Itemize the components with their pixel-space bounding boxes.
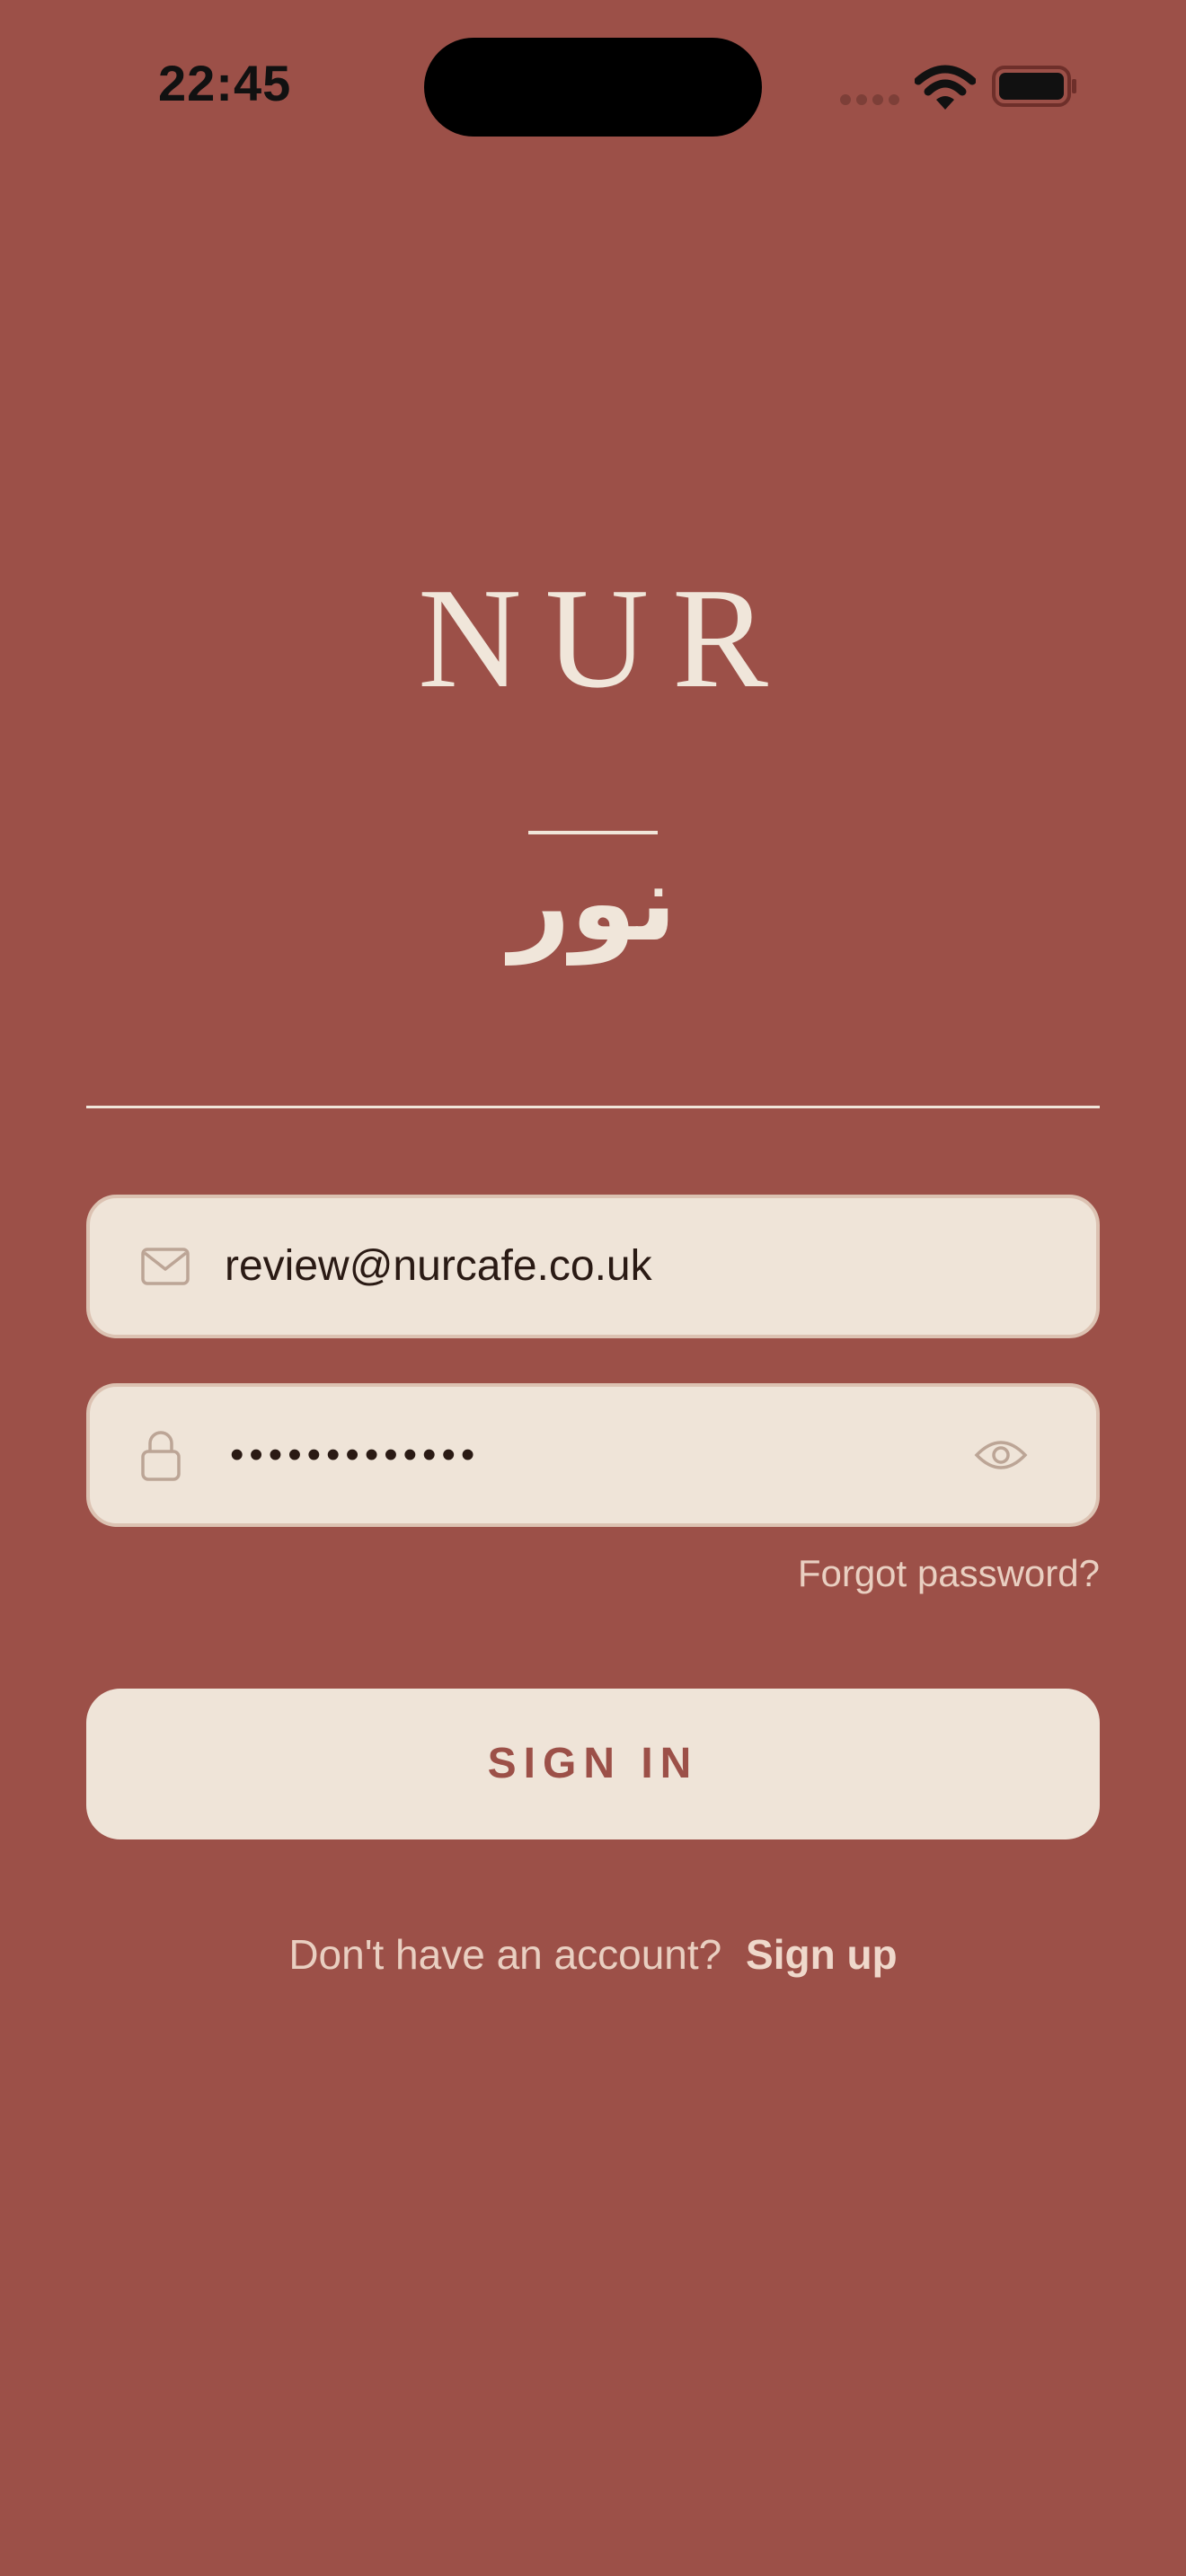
status-time: 22:45 — [158, 55, 292, 111]
wifi-icon — [915, 65, 976, 110]
brand-rule — [528, 831, 658, 834]
email-field[interactable]: review@nurcafe.co.uk — [86, 1195, 1100, 1338]
status-bar: 22:45 — [0, 0, 1186, 180]
cellular-signal-icon — [840, 94, 899, 105]
brand-wordmark: NUR — [418, 558, 792, 718]
password-input[interactable]: ••••••••••••• — [230, 1387, 480, 1523]
forgot-password-link[interactable]: Forgot password? — [798, 1552, 1100, 1595]
eye-icon[interactable] — [974, 1437, 1028, 1473]
sign-up-link[interactable]: Sign up — [746, 1931, 898, 1978]
section-divider — [86, 1106, 1100, 1108]
signup-row: Don't have an account? Sign up — [0, 1928, 1186, 1981]
envelope-icon — [141, 1248, 190, 1285]
sign-in-button[interactable]: SIGN IN — [86, 1689, 1100, 1839]
signup-prompt: Don't have an account? — [288, 1931, 722, 1978]
email-input[interactable]: review@nurcafe.co.uk — [225, 1198, 652, 1335]
dynamic-island — [424, 38, 762, 137]
battery-icon — [992, 66, 1076, 107]
password-field[interactable]: ••••••••••••• — [86, 1383, 1100, 1527]
lock-icon — [141, 1431, 181, 1481]
brand-logo: NUR — [0, 539, 1186, 737]
brand-arabic-name: نور — [509, 841, 677, 965]
